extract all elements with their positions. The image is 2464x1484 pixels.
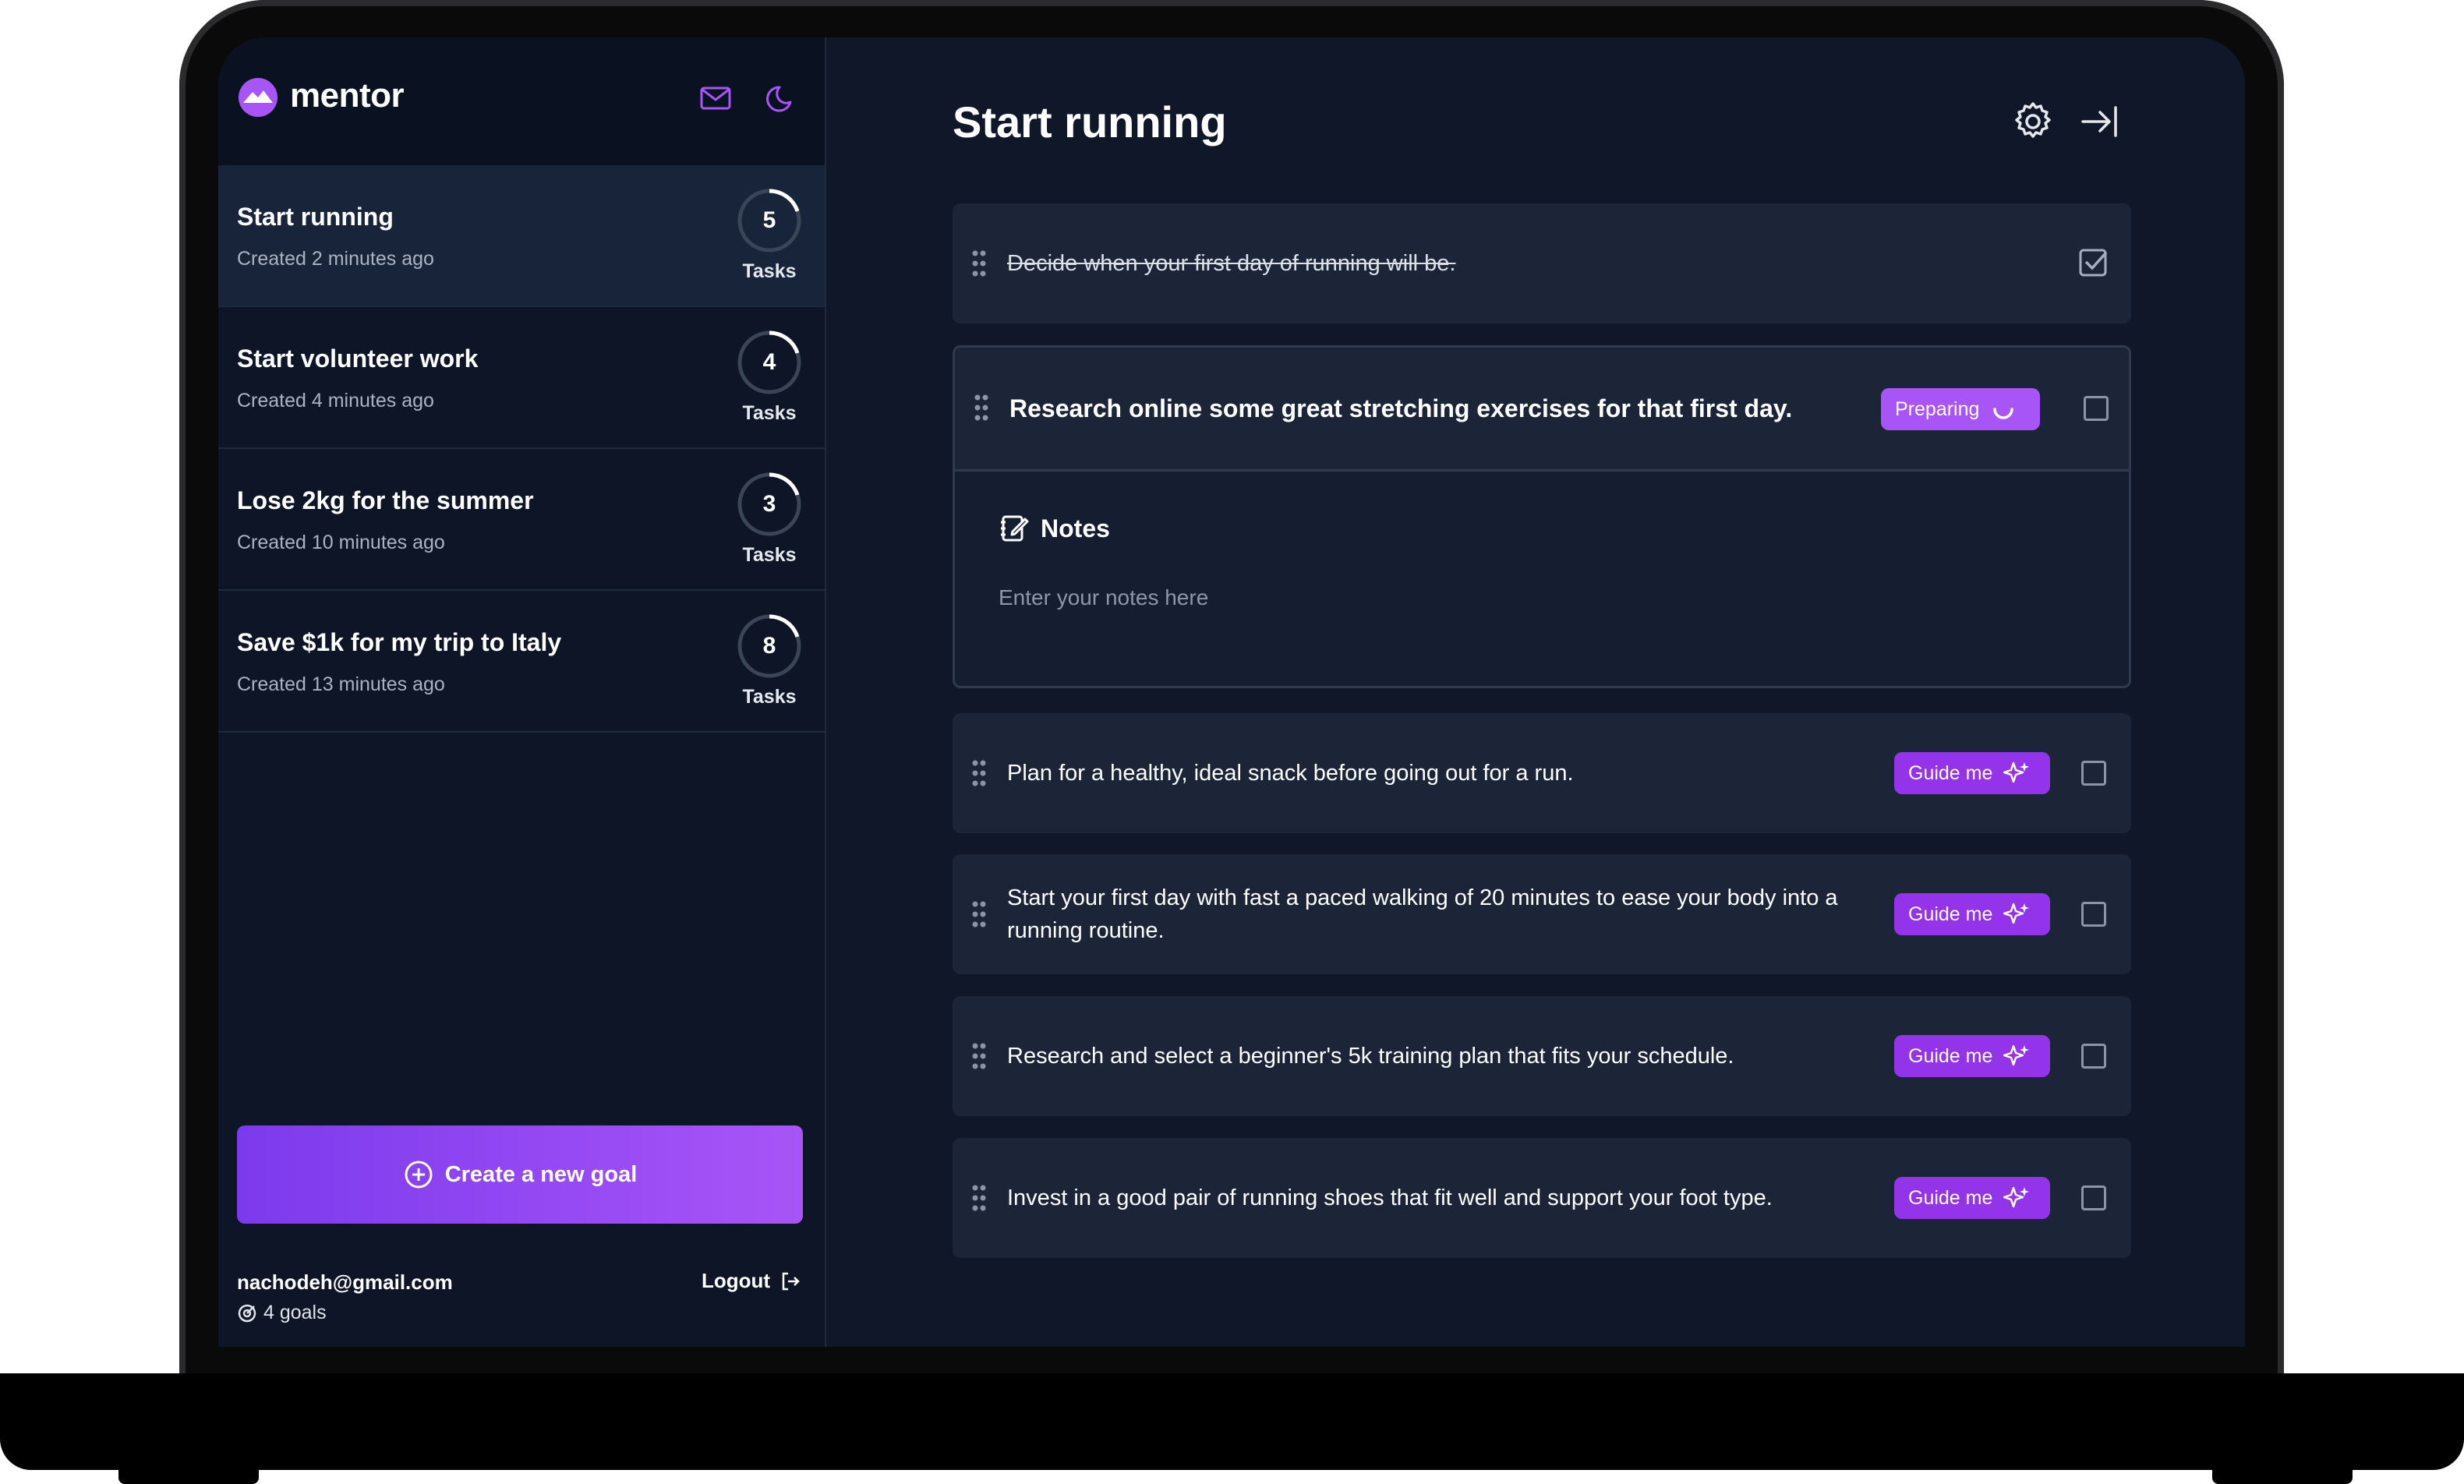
drag-handle-icon[interactable] [971, 1183, 987, 1213]
guide-me-button[interactable]: Guide me [1894, 893, 2050, 935]
user-goals-count: 4 goals [237, 1302, 327, 1324]
task-header: Plan for a healthy, ideal snack before g… [953, 713, 2131, 833]
app-name: mentor [290, 76, 405, 115]
logout-label: Logout [702, 1269, 771, 1292]
drag-handle-icon[interactable] [971, 1041, 987, 1071]
goal-item-start-volunteer-work[interactable]: Start volunteer work Created 4 minutes a… [218, 307, 825, 449]
goals-count-text: 4 goals [263, 1302, 327, 1323]
collapse-panel-icon[interactable] [2078, 100, 2122, 143]
goal-item-save-1k[interactable]: Save $1k for my trip to Italy Created 13… [218, 591, 825, 733]
guide-me-label: Guide me [1908, 1186, 1993, 1209]
goal-title: Save $1k for my trip to Italy [237, 628, 562, 656]
preparing-label: Preparing [1895, 398, 1980, 420]
guide-me-button[interactable]: Guide me [1894, 752, 2050, 794]
task-checkbox[interactable] [2081, 1185, 2106, 1210]
task-text: Plan for a healthy, ideal snack before g… [1007, 761, 1574, 786]
drag-handle-icon[interactable] [971, 899, 987, 929]
task-count-label: Tasks [742, 544, 797, 566]
create-goal-label: Create a new goal [444, 1161, 638, 1187]
mail-icon[interactable] [698, 81, 733, 115]
guide-me-label: Guide me [1908, 761, 1993, 784]
task-checkbox[interactable] [2081, 1044, 2106, 1069]
task-text: Start your first day with fast a paced w… [1007, 885, 1838, 943]
task-count: 3 [762, 491, 776, 517]
goal-created: Created 10 minutes ago [237, 532, 445, 553]
app-screen: mentor Start running Created 2 minutes a… [218, 37, 2245, 1347]
task-header: Invest in a good pair of running shoes t… [953, 1138, 2131, 1258]
task-count: 5 [762, 207, 776, 233]
notebook-pen-icon [1001, 515, 1029, 542]
task-header: Start your first day with fast a paced w… [953, 854, 2131, 974]
page-title: Start running [953, 97, 1227, 147]
task-item[interactable]: Decide when your first day of running wi… [953, 203, 2131, 323]
task-header: Research online some great stretching ex… [955, 348, 2129, 472]
goal-created: Created 13 minutes ago [237, 673, 445, 695]
goal-title: Start volunteer work [237, 344, 479, 373]
laptop-base [0, 1373, 2464, 1470]
goal-created: Created 4 minutes ago [237, 390, 434, 412]
mentor-logo-icon [239, 78, 278, 117]
task-header: Decide when your first day of running wi… [953, 203, 2131, 323]
task-item[interactable]: Research and select a beginner's 5k trai… [953, 996, 2131, 1116]
target-icon [238, 1304, 256, 1322]
task-checkbox[interactable] [2081, 761, 2106, 786]
task-checkbox[interactable] [2081, 902, 2106, 927]
task-count-label: Tasks [742, 686, 797, 708]
task-text: Decide when your first day of running wi… [1007, 251, 1456, 276]
logout-icon [782, 1272, 800, 1290]
loading-spinner-icon [1993, 408, 2014, 419]
create-goal-button[interactable]: Create a new goal [237, 1125, 803, 1224]
notes-input[interactable] [999, 578, 2074, 617]
laptop-foot-right [2212, 1462, 2353, 1484]
sparkles-icon [2003, 1186, 2030, 1208]
guide-me-label: Guide me [1908, 1044, 1993, 1067]
task-text: Research online some great stretching ex… [1009, 394, 1793, 422]
goal-item-start-running[interactable]: Start running Created 2 minutes ago 5 Ta… [218, 165, 825, 307]
sparkles-icon [2003, 1044, 2030, 1066]
guide-me-button[interactable]: Guide me [1894, 1177, 2050, 1219]
task-count: 8 [762, 633, 776, 659]
task-count-label: Tasks [742, 260, 797, 282]
guide-me-label: Guide me [1908, 903, 1993, 925]
checked-checkbox-icon[interactable] [2077, 246, 2111, 281]
task-item[interactable]: Plan for a healthy, ideal snack before g… [953, 713, 2131, 833]
goal-title: Lose 2kg for the summer [237, 486, 534, 514]
goal-title: Start running [237, 203, 394, 231]
moon-icon[interactable] [764, 81, 798, 115]
user-email: nachodeh@gmail.com [237, 1270, 453, 1294]
drag-handle-icon[interactable] [974, 393, 989, 422]
notes-heading: Notes [999, 513, 1110, 544]
task-item[interactable]: Start your first day with fast a paced w… [953, 854, 2131, 974]
task-header: Research and select a beginner's 5k trai… [953, 996, 2131, 1116]
laptop-foot-left [118, 1462, 259, 1484]
task-text: Research and select a beginner's 5k trai… [1007, 1044, 1734, 1069]
notes-title: Notes [1041, 514, 1110, 542]
sidebar: mentor Start running Created 2 minutes a… [218, 37, 826, 1347]
task-count: 4 [762, 349, 776, 375]
task-item[interactable]: Invest in a good pair of running shoes t… [953, 1138, 2131, 1258]
plus-circle-icon [405, 1161, 433, 1189]
logout-button[interactable]: Logout [702, 1269, 801, 1293]
task-count-label: Tasks [742, 402, 797, 424]
goal-item-lose-2kg[interactable]: Lose 2kg for the summer Created 10 minut… [218, 449, 825, 591]
sparkles-icon [2003, 761, 2030, 783]
drag-handle-icon[interactable] [971, 758, 987, 788]
sidebar-header: mentor [218, 37, 825, 165]
preparing-badge: Preparing [1881, 388, 2040, 430]
guide-me-button[interactable]: Guide me [1894, 1035, 2050, 1077]
task-checkbox[interactable] [2084, 396, 2109, 421]
settings-icon[interactable] [2011, 100, 2055, 143]
task-item-expanded[interactable]: Research online some great stretching ex… [953, 345, 2131, 688]
drag-handle-icon[interactable] [971, 249, 987, 278]
task-text: Invest in a good pair of running shoes t… [1007, 1185, 1773, 1210]
sparkles-icon [2003, 903, 2030, 924]
goal-created: Created 2 minutes ago [237, 248, 434, 270]
